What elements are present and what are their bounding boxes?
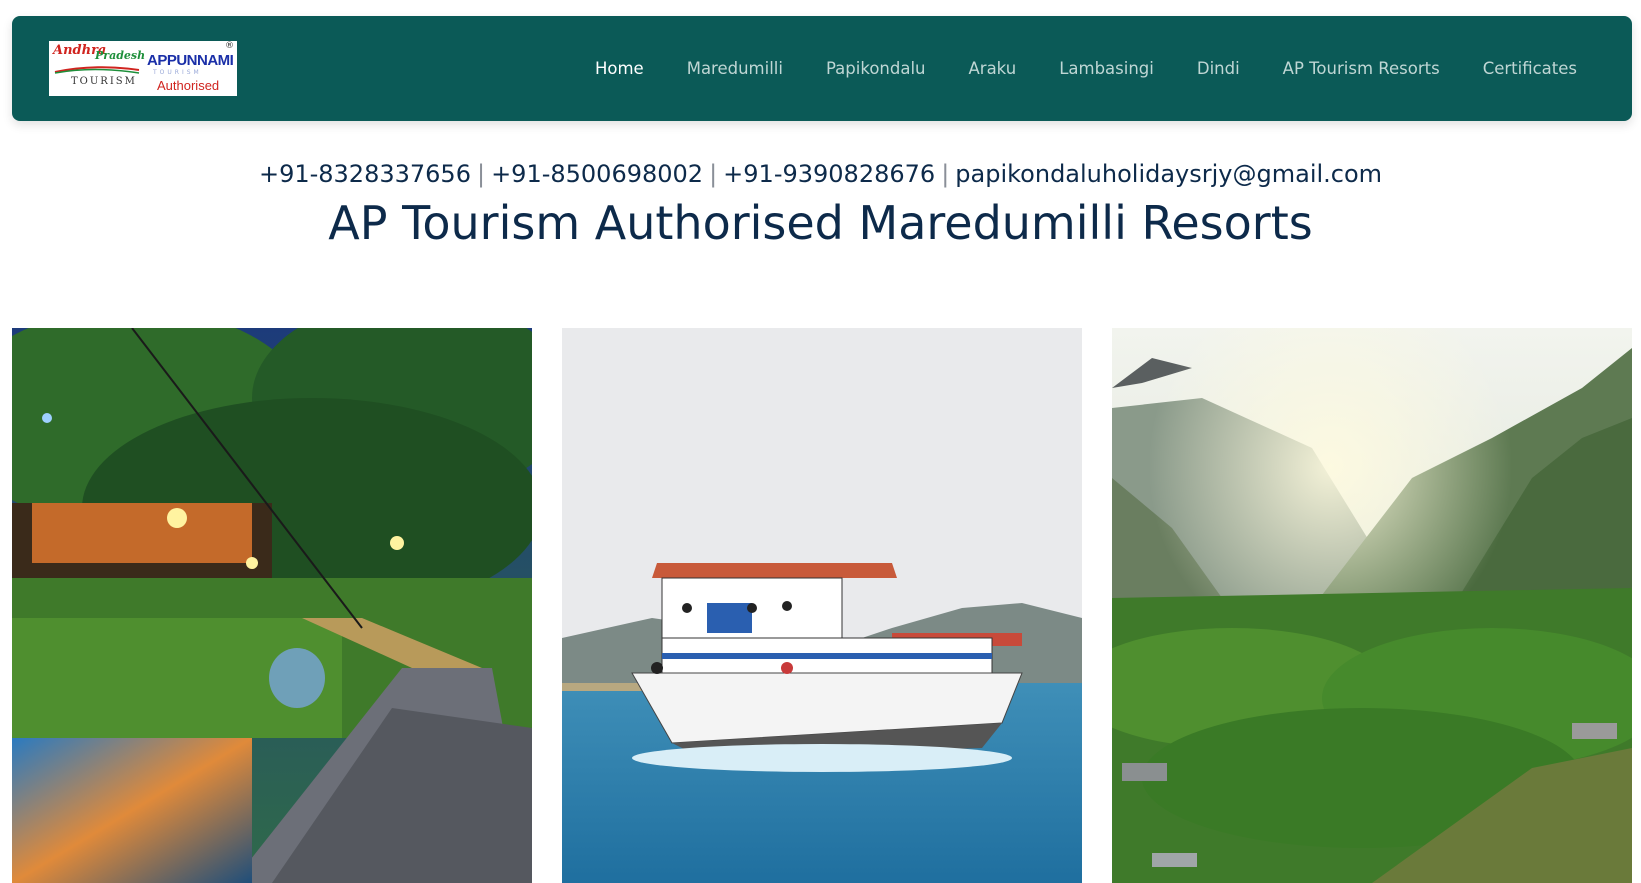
top-navbar: Andhra Pradesh TOURISM ® APPUNNAMI TOURI…	[12, 16, 1632, 121]
appunnami-logo: ® APPUNNAMI TOURISM Authorised	[147, 41, 237, 96]
phone-link-3[interactable]: +91-9390828676	[723, 160, 935, 188]
nav-item-home[interactable]: Home	[595, 59, 644, 78]
resort-photo-image	[12, 328, 532, 883]
nav-item-araku[interactable]: Araku	[969, 59, 1017, 78]
nav-item-ap-tourism-resorts[interactable]: AP Tourism Resorts	[1283, 59, 1440, 78]
valley-photo-image	[1112, 328, 1632, 883]
separator: |	[476, 160, 486, 188]
contact-info: +91-8328337656 | +91-8500698002 | +91-939082…	[0, 160, 1641, 188]
nav-item-lambasingi[interactable]: Lambasingi	[1059, 59, 1154, 78]
gallery-photo-resort[interactable]	[12, 328, 532, 883]
separator: |	[709, 160, 718, 188]
boat-photo-image	[562, 328, 1082, 883]
nav-item-papikondalu[interactable]: Papikondalu	[826, 59, 926, 78]
nav-item-certificates[interactable]: Certificates	[1483, 59, 1577, 78]
page-title: AP Tourism Authorised Maredumilli Resort…	[328, 196, 1313, 250]
logo-swoosh-icon	[54, 66, 140, 74]
logo-pradesh-text: Pradesh	[95, 49, 146, 62]
logo-tourism-text: TOURISM	[71, 76, 137, 87]
main-nav: Home Maredumilli Papikondalu Araku Lamba…	[552, 16, 1577, 121]
phone-link-2[interactable]: +91-8500698002	[491, 160, 703, 188]
separator: |	[941, 160, 950, 188]
site-logo[interactable]: Andhra Pradesh TOURISM ® APPUNNAMI TOURI…	[49, 41, 237, 96]
registered-mark: ®	[225, 41, 234, 51]
logo-appunnami-text: APPUNNAMI	[147, 52, 234, 69]
email-link[interactable]: papikondaluholidaysrjy@gmail.com	[955, 160, 1382, 188]
nav-item-dindi[interactable]: Dindi	[1197, 59, 1240, 78]
logo-tourism-subtext: TOURISM	[153, 69, 202, 76]
ap-tourism-logo: Andhra Pradesh TOURISM	[49, 41, 147, 96]
gallery-photo-valley[interactable]	[1112, 328, 1632, 883]
phone-link-1[interactable]: +91-8328337656	[259, 160, 471, 188]
nav-item-maredumilli[interactable]: Maredumilli	[687, 59, 783, 78]
photo-gallery	[12, 328, 1632, 883]
logo-authorised-text: Authorised	[157, 78, 220, 93]
gallery-photo-boat[interactable]	[562, 328, 1082, 883]
